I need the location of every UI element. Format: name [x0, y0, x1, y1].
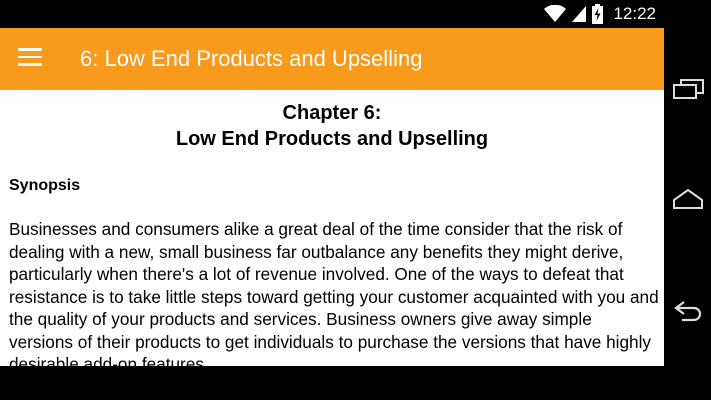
chapter-heading-line2: Low End Products and Upselling [175, 128, 489, 150]
chapter-heading: Chapter 6: Low End Products and Upsellin… [0, 100, 664, 152]
hamburger-menu-icon[interactable] [18, 48, 42, 70]
battery-charging-icon [592, 4, 604, 24]
app-title: 6: Low End Products and Upselling [80, 46, 423, 71]
app-bar: 6: Low End Products and Upselling [0, 28, 664, 90]
status-icons: 12:22 [544, 4, 656, 24]
cell-signal-icon [572, 6, 587, 22]
chapter-heading-line1: Chapter 6: [282, 102, 382, 124]
back-icon[interactable] [672, 296, 704, 324]
home-icon[interactable] [672, 186, 704, 214]
bottom-area [0, 366, 664, 400]
status-bar: 12:22 [0, 0, 664, 28]
status-time: 12:22 [613, 4, 656, 23]
navigation-bar [664, 0, 711, 400]
body-paragraph: Businesses and consumers alike a great d… [9, 219, 659, 366]
wifi-icon [544, 5, 567, 22]
section-label: Synopsis [9, 177, 81, 194]
recent-apps-icon[interactable] [672, 76, 704, 104]
chapter-content[interactable]: Chapter 6: Low End Products and Upsellin… [0, 90, 664, 366]
